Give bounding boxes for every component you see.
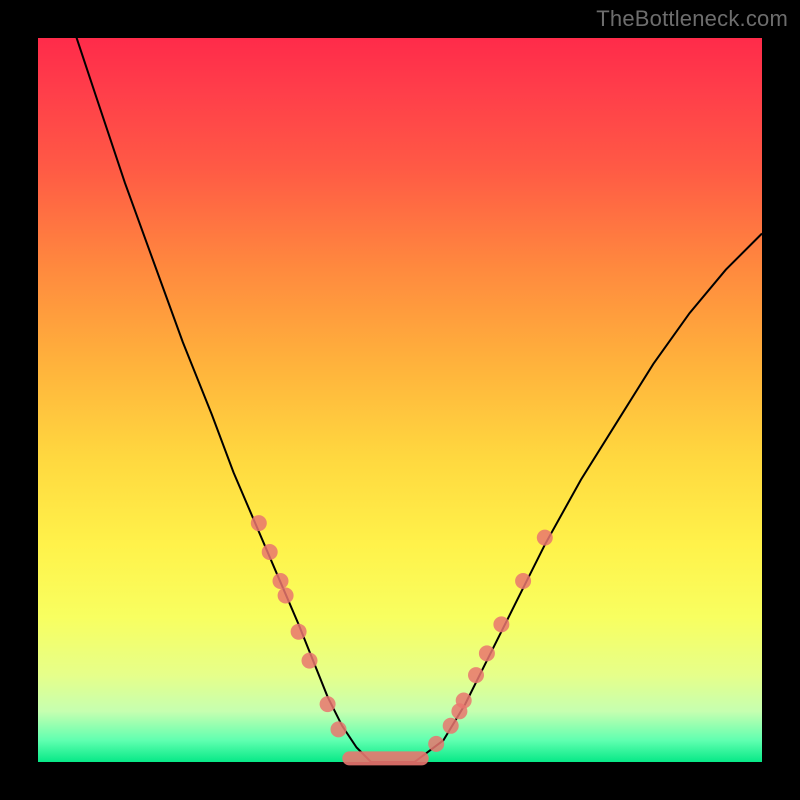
bottleneck-curve xyxy=(67,9,762,762)
chart-frame: TheBottleneck.com xyxy=(0,0,800,800)
marker-right-8 xyxy=(537,530,553,546)
marker-right-6 xyxy=(493,616,509,632)
marker-left-3 xyxy=(278,588,294,604)
marker-left-7 xyxy=(331,721,347,737)
marker-right-0 xyxy=(428,736,444,752)
marker-left-5 xyxy=(302,653,318,669)
marker-right-3 xyxy=(456,693,472,709)
watermark-text: TheBottleneck.com xyxy=(596,6,788,32)
marker-right-5 xyxy=(479,645,495,661)
marker-right-7 xyxy=(515,573,531,589)
marker-left-4 xyxy=(291,624,307,640)
marker-left-0 xyxy=(251,515,267,531)
chart-svg xyxy=(38,38,762,762)
marker-left-2 xyxy=(273,573,289,589)
marker-left-6 xyxy=(320,696,336,712)
marker-left-1 xyxy=(262,544,278,560)
marker-cluster-right xyxy=(428,530,553,752)
plot-area xyxy=(38,38,762,762)
marker-cluster-left xyxy=(251,515,347,737)
marker-right-4 xyxy=(468,667,484,683)
marker-right-1 xyxy=(443,718,459,734)
